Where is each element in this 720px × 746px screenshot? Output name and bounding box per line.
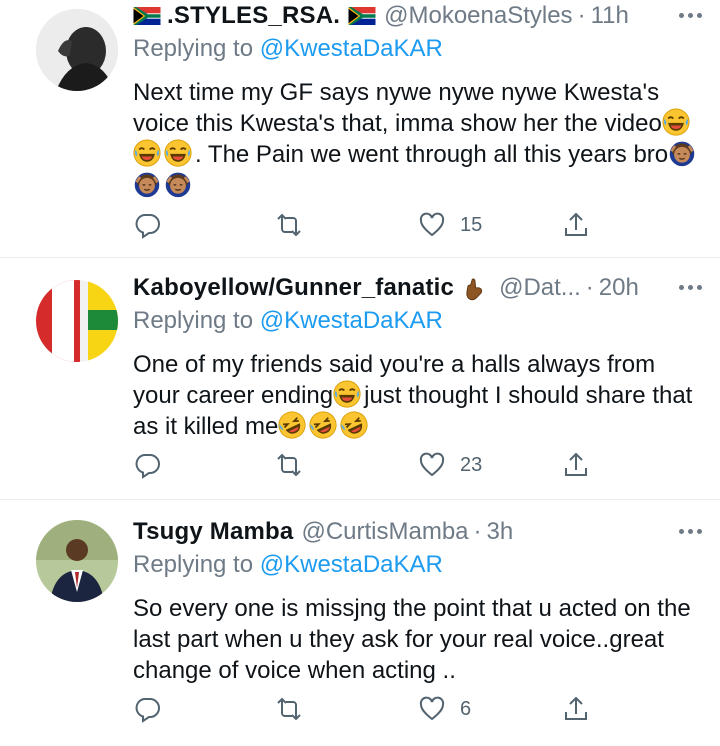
avatar[interactable] (36, 280, 118, 362)
rofl-emoji-icon (340, 411, 368, 439)
share-button[interactable] (562, 211, 590, 239)
like-button[interactable]: 23 (418, 451, 482, 479)
timestamp[interactable]: 11h (591, 2, 629, 30)
like-count: 6 (460, 697, 472, 720)
retweet-button[interactable] (275, 451, 303, 479)
separator-dot: · (473, 518, 482, 545)
share-button[interactable] (562, 451, 590, 479)
timestamp[interactable]: 20h (599, 274, 639, 302)
share-icon (565, 696, 587, 720)
heart-icon (419, 212, 445, 237)
retweet-button[interactable] (275, 211, 303, 239)
replying-to: Replying to @KwestaDaKAR (133, 307, 443, 334)
south-africa-flag-icon (133, 7, 161, 25)
mention-link[interactable]: @KwestaDaKAR (260, 35, 443, 62)
reply-icon (135, 214, 160, 239)
avatar[interactable] (36, 520, 118, 602)
more-icon[interactable] (679, 285, 702, 290)
laughing-emoji-icon (333, 380, 361, 408)
share-icon (565, 452, 587, 476)
bowing-emoji-icon (668, 139, 696, 167)
retweet-icon (277, 453, 301, 477)
reply-button[interactable] (133, 451, 161, 479)
tweet-card[interactable]: .STYLES_RSA. @MokoenaStyles · 11h Replyi… (0, 0, 720, 258)
separator-dot: · (585, 274, 594, 301)
avatar[interactable] (36, 9, 118, 91)
pointing-hand-icon (460, 274, 488, 302)
tweet-text: One of my friends said you're a halls al… (133, 349, 704, 442)
retweet-icon (277, 213, 301, 237)
tweet-text: Next time my GF says nywe nywe nywe Kwes… (133, 77, 704, 201)
reply-icon (135, 454, 160, 479)
handle[interactable]: @CurtisMamba (301, 518, 468, 546)
separator-dot: · (577, 2, 586, 29)
display-name[interactable]: Kaboyellow/Gunner_fanatic (133, 274, 454, 302)
heart-icon (419, 696, 445, 721)
reply-button[interactable] (133, 695, 161, 723)
share-icon (565, 212, 587, 236)
share-button[interactable] (562, 695, 590, 723)
like-button[interactable]: 15 (418, 211, 482, 239)
replying-to: Replying to @KwestaDaKAR (133, 551, 443, 578)
laughing-emoji-icon (133, 139, 161, 167)
tweet-card[interactable]: Tsugy Mamba @CurtisMamba · 3h Replying t… (0, 500, 720, 746)
like-button[interactable]: 6 (418, 695, 471, 723)
laughing-emoji-icon (164, 139, 192, 167)
retweet-button[interactable] (275, 695, 303, 723)
display-name[interactable]: Tsugy Mamba (133, 518, 293, 546)
rofl-emoji-icon (309, 411, 337, 439)
heart-icon (419, 452, 445, 477)
rofl-emoji-icon (278, 411, 306, 439)
display-name[interactable]: .STYLES_RSA. (167, 2, 340, 30)
bowing-emoji-icon (133, 170, 161, 198)
mention-link[interactable]: @KwestaDaKAR (260, 551, 443, 578)
action-bar: 6 (0, 695, 720, 729)
like-count: 15 (460, 213, 483, 236)
tweet-card[interactable]: Kaboyellow/Gunner_fanatic @Dat... · 20h … (0, 258, 720, 500)
laughing-emoji-icon (662, 108, 690, 136)
like-count: 23 (460, 453, 483, 476)
timestamp[interactable]: 3h (487, 518, 514, 546)
reply-button[interactable] (133, 211, 161, 239)
retweet-icon (277, 697, 301, 721)
replying-to: Replying to @KwestaDaKAR (133, 35, 443, 62)
bowing-emoji-icon (164, 170, 192, 198)
handle[interactable]: @Dat... (499, 274, 581, 302)
action-bar: 15 (0, 211, 720, 245)
more-icon[interactable] (679, 529, 702, 534)
mention-link[interactable]: @KwestaDaKAR (260, 307, 443, 334)
handle[interactable]: @MokoenaStyles (384, 2, 572, 30)
action-bar: 23 (0, 451, 720, 485)
more-icon[interactable] (679, 13, 702, 18)
tweet-text: So every one is missjng the point that u… (133, 595, 691, 684)
south-africa-flag-icon (348, 7, 376, 25)
reply-icon (135, 698, 160, 723)
